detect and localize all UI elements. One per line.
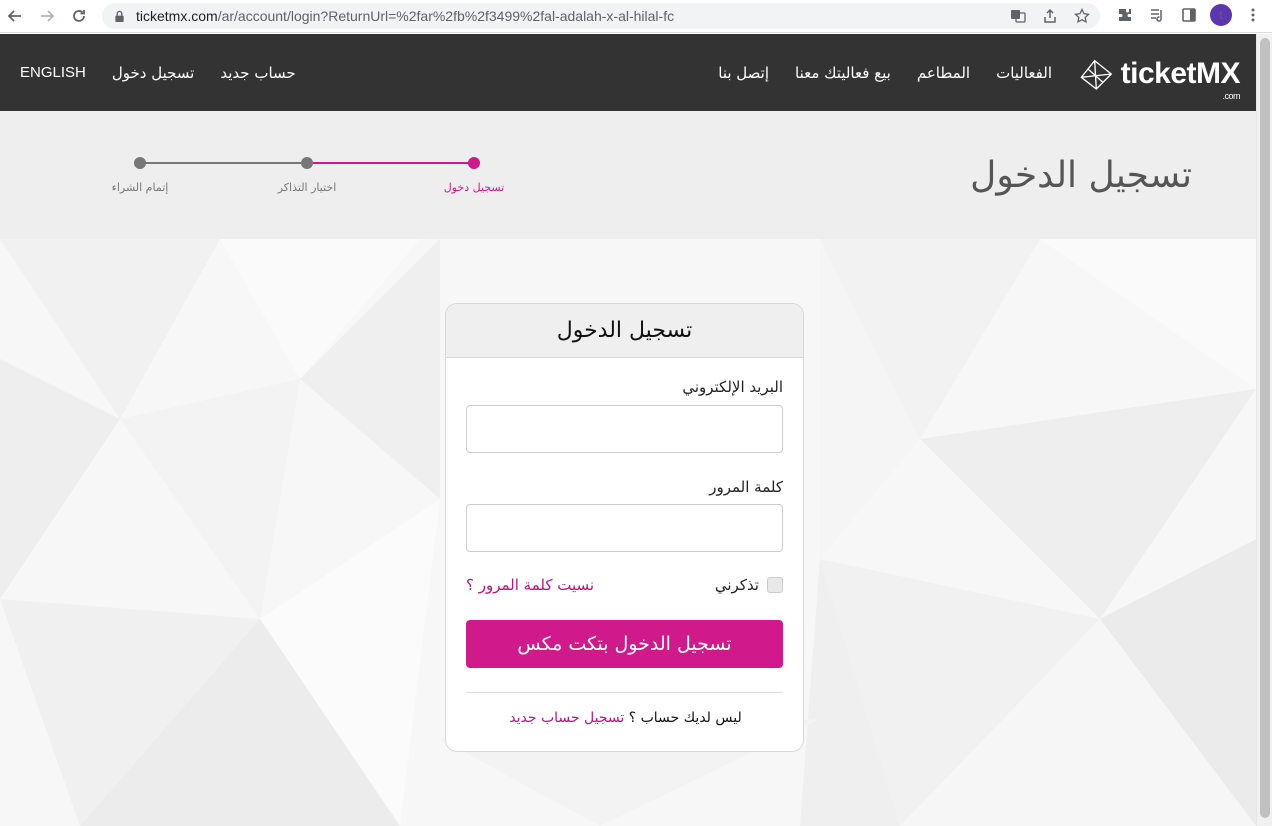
- logo-mark-icon: [1080, 59, 1113, 90]
- login-card: تسجيل الدخول البريد الإلكتروني كلمة المر…: [445, 303, 804, 752]
- scrollbar-thumb[interactable]: [1260, 38, 1270, 818]
- login-card-title: تسجيل الدخول: [556, 318, 693, 343]
- no-account-text: ليس لديك حساب ؟: [628, 710, 742, 726]
- email-label: البريد الإلكتروني: [682, 378, 783, 396]
- language-switch[interactable]: ENGLISH: [20, 64, 86, 81]
- remember-me[interactable]: تذكرني: [715, 576, 783, 594]
- nav-events[interactable]: الفعاليات: [996, 64, 1052, 82]
- logo-suffix: .com: [1222, 91, 1240, 101]
- site-header: ticketMX .com الفعاليات المطاعم بيع فعالي…: [0, 34, 1256, 111]
- ticketmx-logo[interactable]: ticketMX .com: [1078, 46, 1241, 102]
- logo-text: ticketMX: [1120, 57, 1241, 90]
- more-menu-icon[interactable]: [1242, 4, 1264, 26]
- nav-restaurants[interactable]: المطاعم: [917, 64, 970, 82]
- bookmark-star-icon[interactable]: [1072, 6, 1092, 26]
- register-link[interactable]: تسجيل حساب جديد: [509, 710, 624, 726]
- profile-avatar[interactable]: t: [1210, 4, 1232, 26]
- login-card-header: تسجيل الدخول: [446, 304, 803, 358]
- remember-me-checkbox[interactable]: [767, 577, 783, 593]
- reload-icon[interactable]: [66, 3, 92, 29]
- login-submit-button[interactable]: تسجيل الدخول بتكت مكس: [466, 620, 783, 668]
- forward-arrow-icon[interactable]: [34, 3, 60, 29]
- forgot-password-link[interactable]: نسيت كلمة المرور ؟: [466, 576, 594, 594]
- address-bar[interactable]: ticketmx.com/ar/account/login?ReturnUrl=…: [102, 3, 1100, 29]
- remember-me-label: تذكرني: [714, 576, 759, 594]
- browser-toolbar: ticketmx.com/ar/account/login?ReturnUrl=…: [0, 0, 1272, 33]
- page-scrollbar[interactable]: [1256, 34, 1272, 826]
- share-icon[interactable]: [1040, 6, 1060, 26]
- step-label-login: تسجيل دخول: [443, 181, 505, 194]
- main-nav: الفعاليات المطاعم بيع فعاليتك معنا إتصل …: [718, 34, 1052, 111]
- signup-prompt: ليس لديك حساب ؟ تسجيل حساب جديد: [446, 710, 803, 726]
- nav-login[interactable]: تسجيل دخول: [112, 64, 195, 82]
- divider: [466, 692, 783, 693]
- step-connector-inactive: [140, 162, 307, 164]
- media-control-icon[interactable]: [1146, 4, 1168, 26]
- page-banner: تسجيل الدخول إتمام الشراء اختيار التذاكر…: [0, 111, 1256, 239]
- step-dot-purchase: [134, 157, 146, 169]
- email-field[interactable]: [466, 405, 783, 453]
- lock-icon[interactable]: [112, 9, 126, 23]
- step-dot-login: [468, 157, 480, 169]
- step-label-tickets: اختيار التذاكر: [277, 181, 337, 194]
- translate-icon[interactable]: [1008, 6, 1028, 26]
- side-panel-icon[interactable]: [1178, 4, 1200, 26]
- password-field[interactable]: [466, 504, 783, 552]
- nav-sell-events[interactable]: بيع فعاليتك معنا: [795, 64, 891, 82]
- step-connector-active: [307, 162, 474, 164]
- account-nav: ENGLISH تسجيل دخول حساب جديد: [20, 34, 296, 111]
- step-label-purchase: إتمام الشراء: [111, 181, 169, 194]
- back-arrow-icon[interactable]: [2, 3, 28, 29]
- page-title: تسجيل الدخول: [970, 155, 1192, 196]
- nav-register[interactable]: حساب جديد: [220, 64, 295, 82]
- password-label: كلمة المرور: [709, 478, 783, 496]
- checkout-steps: إتمام الشراء اختيار التذاكر تسجيل دخول: [104, 151, 524, 201]
- extensions-icon[interactable]: [1114, 4, 1136, 26]
- step-dot-tickets: [301, 157, 313, 169]
- nav-contact[interactable]: إتصل بنا: [718, 64, 769, 82]
- url-text: ticketmx.com/ar/account/login?ReturnUrl=…: [136, 8, 675, 24]
